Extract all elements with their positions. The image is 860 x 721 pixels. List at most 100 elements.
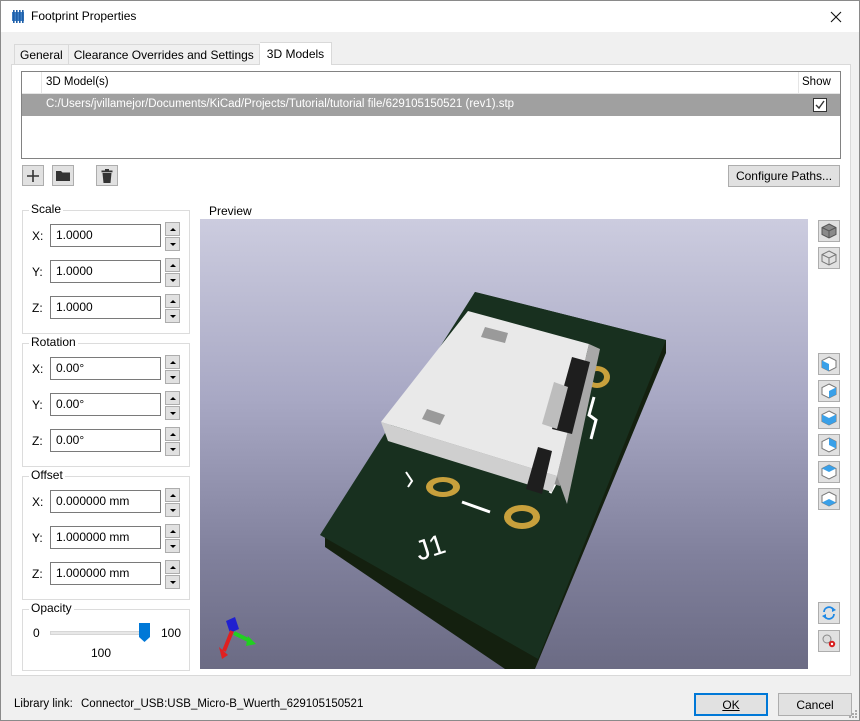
- footprint-icon: [12, 10, 24, 23]
- arrow-down-icon: [169, 544, 176, 548]
- arrow-up-icon: [169, 493, 176, 497]
- offset-y-decrement[interactable]: [165, 539, 180, 553]
- render-wireframe-button[interactable]: [818, 247, 840, 269]
- browse-model-button[interactable]: [52, 165, 74, 186]
- view-bottom-icon: [821, 491, 837, 507]
- rotation-x-increment[interactable]: [165, 355, 180, 369]
- cancel-button[interactable]: Cancel: [778, 693, 852, 716]
- arrow-down-icon: [169, 580, 176, 584]
- rotation-y-input[interactable]: 0.00°: [50, 393, 161, 416]
- rotation-z-increment[interactable]: [165, 427, 180, 441]
- offset-y-spinner: [165, 524, 180, 553]
- view-back-button[interactable]: [818, 380, 840, 402]
- rotation-y-row: Y: 0.00°: [23, 391, 191, 420]
- rotation-z-spinner: [165, 427, 180, 456]
- grid-corner: [22, 72, 42, 94]
- scale-x-row: X: 1.0000: [23, 222, 191, 251]
- rotation-y-increment[interactable]: [165, 391, 180, 405]
- 3d-preview-canvas[interactable]: J1: [200, 219, 808, 669]
- ok-button[interactable]: OK: [694, 693, 768, 716]
- add-model-button[interactable]: [22, 165, 44, 186]
- offset-y-label: Y:: [32, 531, 43, 545]
- rotation-z-decrement[interactable]: [165, 442, 180, 456]
- offset-x-increment[interactable]: [165, 488, 180, 502]
- view-top-button[interactable]: [818, 461, 840, 483]
- rotation-x-input[interactable]: 0.00°: [50, 357, 161, 380]
- reload-button[interactable]: [818, 602, 840, 624]
- scale-y-decrement[interactable]: [165, 273, 180, 287]
- rotation-x-decrement[interactable]: [165, 370, 180, 384]
- close-button[interactable]: [813, 1, 859, 32]
- tab-3d-models[interactable]: 3D Models: [259, 42, 333, 65]
- configure-paths-button[interactable]: Configure Paths...: [728, 165, 840, 187]
- rotation-y-spinner: [165, 391, 180, 420]
- view-left-icon: [821, 410, 837, 426]
- offset-z-decrement[interactable]: [165, 575, 180, 589]
- arrow-up-icon: [169, 227, 176, 231]
- rotation-z-input[interactable]: 0.00°: [50, 429, 161, 452]
- 3d-model-render: J1: [219, 292, 666, 669]
- view-front-button[interactable]: [818, 353, 840, 375]
- close-icon: [830, 11, 842, 22]
- resize-grip-icon[interactable]: [848, 709, 858, 719]
- scale-x-decrement[interactable]: [165, 237, 180, 251]
- tab-clearance-overrides[interactable]: Clearance Overrides and Settings: [68, 44, 260, 65]
- view-left-button[interactable]: [818, 407, 840, 429]
- tab-general[interactable]: General: [14, 44, 69, 65]
- rotation-z-row: Z: 0.00°: [23, 427, 191, 456]
- 3d-settings-button[interactable]: [818, 630, 840, 652]
- offset-z-increment[interactable]: [165, 560, 180, 574]
- offset-z-input[interactable]: 1.000000 mm: [50, 562, 161, 585]
- opacity-slider-thumb[interactable]: [139, 623, 150, 642]
- offset-y-input[interactable]: 1.000000 mm: [50, 526, 161, 549]
- offset-x-input[interactable]: 0.000000 mm: [50, 490, 161, 513]
- view-front-icon: [821, 356, 837, 372]
- arrow-down-icon: [169, 447, 176, 451]
- offset-x-decrement[interactable]: [165, 503, 180, 517]
- scale-x-input[interactable]: 1.0000: [50, 224, 161, 247]
- 3d-models-panel: 3D Model(s) Show C:/Users/jvillamejor/Do…: [11, 64, 851, 676]
- opacity-min-label: 0: [33, 626, 40, 640]
- arrow-up-icon: [169, 299, 176, 303]
- view-bottom-button[interactable]: [818, 488, 840, 510]
- opacity-group-label: Opacity: [29, 601, 74, 615]
- render-solid-button[interactable]: [818, 220, 840, 242]
- view-render-wireframe-icon: [821, 250, 837, 266]
- library-link-label: Library link:: [14, 698, 73, 710]
- pad-hole: [511, 511, 533, 523]
- scale-y-input[interactable]: 1.0000: [50, 260, 161, 283]
- offset-y-increment[interactable]: [165, 524, 180, 538]
- offset-z-label: Z:: [32, 567, 43, 581]
- title-bar: Footprint Properties: [1, 1, 859, 32]
- rotation-x-spinner: [165, 355, 180, 384]
- trash-icon: [101, 168, 113, 183]
- rotation-y-decrement[interactable]: [165, 406, 180, 420]
- column-header-show[interactable]: Show: [802, 76, 831, 88]
- scale-x-increment[interactable]: [165, 222, 180, 236]
- view-back-icon: [821, 383, 837, 399]
- show-checkbox[interactable]: [813, 98, 827, 112]
- scale-y-increment[interactable]: [165, 258, 180, 272]
- scale-y-spinner: [165, 258, 180, 287]
- delete-model-button[interactable]: [96, 165, 118, 186]
- opacity-value: 100: [91, 646, 112, 660]
- view-right-button[interactable]: [818, 434, 840, 456]
- table-row[interactable]: C:/Users/jvillamejor/Documents/KiCad/Pro…: [22, 94, 840, 116]
- offset-z-spinner: [165, 560, 180, 589]
- axis-gizmo: [219, 617, 256, 659]
- scale-z-input[interactable]: 1.0000: [50, 296, 161, 319]
- rotation-group-label: Rotation: [29, 335, 78, 349]
- checkmark-icon: [815, 100, 825, 110]
- scale-z-increment[interactable]: [165, 294, 180, 308]
- scale-z-decrement[interactable]: [165, 309, 180, 323]
- offset-group-label: Offset: [29, 468, 65, 482]
- settings-icon: [822, 634, 836, 648]
- offset-group: Offset X: 0.000000 mm Y: 1.000000 mm Z:: [22, 468, 191, 600]
- cancel-button-label: Cancel: [796, 697, 834, 712]
- scale-x-label: X:: [32, 229, 44, 243]
- column-header-model[interactable]: 3D Model(s): [46, 76, 109, 88]
- model-path-cell[interactable]: C:/Users/jvillamejor/Documents/KiCad/Pro…: [46, 98, 514, 110]
- opacity-slider-track[interactable]: [50, 631, 146, 635]
- offset-x-row: X: 0.000000 mm: [23, 488, 191, 517]
- y-axis-arrowhead: [246, 636, 256, 646]
